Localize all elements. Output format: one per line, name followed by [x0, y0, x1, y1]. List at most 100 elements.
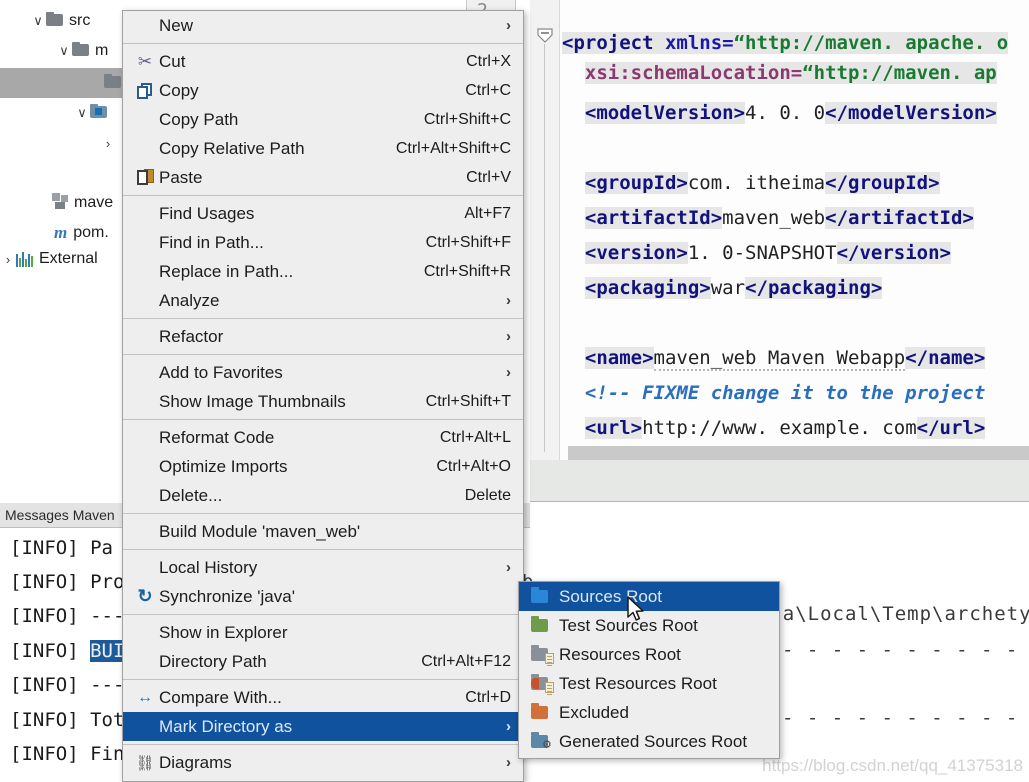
menu-item-reformat-code[interactable]: Reformat Code Ctrl+Alt+L: [123, 423, 523, 452]
menu-item-replace-in-path[interactable]: Replace in Path... Ctrl+Shift+R: [123, 257, 523, 286]
menu-item-add-to-favorites[interactable]: Add to Favorites ›: [123, 358, 523, 387]
menu-icon-placeholder: [131, 262, 159, 282]
test-sources-root-icon: [529, 615, 555, 635]
menu-item-diagrams[interactable]: ⛓ Diagrams ›: [123, 748, 523, 777]
tree-row-external-libraries[interactable]: › External: [0, 244, 136, 274]
menu-item-paste[interactable]: Paste Ctrl+V: [123, 163, 523, 192]
chevron-down-icon[interactable]: ∨: [30, 13, 46, 29]
menu-item-refactor[interactable]: Refactor ›: [123, 322, 523, 351]
menu-item-copy-relative-path[interactable]: Copy Relative Path Ctrl+Alt+Shift+C: [123, 134, 523, 163]
menu-item-show-image-thumbnails[interactable]: Show Image Thumbnails Ctrl+Shift+T: [123, 387, 523, 416]
log-level-tag: [INFO]: [10, 537, 91, 559]
menu-item-shortcut: Ctrl+Alt+O: [436, 457, 511, 475]
menu-item-label: Reformat Code: [159, 427, 275, 447]
synchronize-icon: ↻: [137, 586, 153, 606]
code-editor[interactable]: <project xmlns=“http://maven. apache. o …: [530, 0, 1029, 460]
tree-row-main[interactable]: ∨ m: [0, 36, 136, 66]
console-log-line: [INFO] ---: [10, 668, 124, 702]
code-token: “http://maven. ap: [802, 62, 997, 84]
menu-item-label: Copy: [159, 80, 199, 100]
menu-icon-placeholder: [131, 16, 159, 36]
chevron-right-icon: ›: [506, 754, 511, 771]
excluded-icon: [529, 702, 555, 722]
menu-item-label: Delete...: [159, 485, 223, 505]
menu-icon-placeholder: [131, 139, 159, 159]
chevron-down-icon[interactable]: ∨: [74, 105, 90, 121]
code-line: <packaging>war</packaging>: [562, 273, 883, 303]
copy-icon: [131, 81, 159, 101]
chevron-right-icon[interactable]: ›: [100, 136, 116, 151]
chevron-right-icon[interactable]: ›: [0, 252, 16, 267]
menu-icon-placeholder: [131, 110, 159, 130]
menu-icon-placeholder: [131, 486, 159, 506]
tab-messages-maven[interactable]: Messages Maven: [5, 507, 115, 523]
menu-icon-placeholder: [131, 327, 159, 347]
menu-item-analyze[interactable]: Analyze ›: [123, 286, 523, 315]
menu-icon-placeholder: [131, 204, 159, 224]
tree-row-java-selected[interactable]: [0, 68, 136, 98]
code-fold-icon[interactable]: [537, 28, 553, 44]
menu-item-optimize-imports[interactable]: Optimize Imports Ctrl+Alt+O: [123, 452, 523, 481]
log-message: BUI: [90, 640, 125, 662]
mark-directory-as-submenu[interactable]: Sources Root Test Sources Root Resources R…: [518, 581, 780, 759]
console-log-line: [INFO] ---: [10, 599, 124, 633]
resources-root-icon: [529, 644, 555, 666]
menu-item-mark-directory-as[interactable]: Mark Directory as ›: [123, 712, 523, 741]
submenu-item-sources-root[interactable]: Sources Root: [519, 582, 779, 611]
scissors-icon: ✂: [137, 51, 153, 71]
log-message: Pa: [90, 537, 113, 559]
menu-item-label: Synchronize 'java': [159, 586, 295, 606]
menu-item-delete[interactable]: Delete... Delete: [123, 481, 523, 510]
menu-item-shortcut: Ctrl+Shift+R: [423, 262, 511, 280]
code-token: 4. 0. 0: [745, 102, 826, 124]
menu-item-shortcut: Alt+F7: [464, 204, 511, 222]
log-message: Fin: [90, 743, 125, 765]
submenu-item-resources-root[interactable]: Resources Root: [519, 640, 779, 669]
menu-icon-placeholder: [131, 652, 159, 672]
menu-item-copy-path[interactable]: Copy Path Ctrl+Shift+C: [123, 105, 523, 134]
code-token: </modelVersion>: [825, 102, 997, 124]
menu-item-synchronize-java[interactable]: ↻ Synchronize 'java': [123, 582, 523, 611]
menu-item-copy[interactable]: Copy Ctrl+C: [123, 76, 523, 105]
menu-item-show-in-explorer[interactable]: Show in Explorer: [123, 618, 523, 647]
log-level-tag: [INFO]: [10, 709, 91, 731]
tree-row-label: m: [95, 42, 109, 59]
code-token: com. itheima: [687, 172, 826, 194]
menu-item-label: Paste: [159, 167, 203, 187]
code-line: <url>http://www. example. com</url>: [562, 413, 986, 443]
ide-window: ∨ src ∨ m ∨ › mave m pom. › External <pr…: [0, 0, 1029, 782]
tree-row-label: External: [39, 250, 98, 267]
tree-row-webapp[interactable]: ∨: [0, 98, 136, 128]
menu-icon-placeholder: [131, 717, 159, 737]
menu-separator: [123, 614, 523, 615]
menu-item-directory-path[interactable]: Directory Path Ctrl+Alt+F12: [123, 647, 523, 676]
menu-item-label: Local History: [159, 557, 258, 577]
code-token: <groupId>: [584, 172, 688, 194]
menu-item-cut[interactable]: ✂ Cut Ctrl+X: [123, 47, 523, 76]
submenu-item-excluded[interactable]: Excluded: [519, 698, 779, 727]
submenu-item-generated-sources-root[interactable]: ⚙ Generated Sources Root: [519, 727, 779, 756]
tree-row-src[interactable]: ∨ src: [0, 6, 136, 36]
editor-horizontal-scrollbar[interactable]: [568, 446, 1029, 460]
code-token: <modelVersion>: [584, 102, 746, 124]
menu-item-local-history[interactable]: Local History ›: [123, 553, 523, 582]
submenu-item-test-resources-root[interactable]: Test Resources Root: [519, 669, 779, 698]
submenu-item-test-sources-root[interactable]: Test Sources Root: [519, 611, 779, 640]
tree-row-maven-module[interactable]: mave: [0, 188, 136, 218]
chevron-down-icon[interactable]: ∨: [56, 43, 72, 59]
code-line: <name>maven_web Maven Webapp</name>: [562, 343, 986, 373]
menu-item-find-in-path[interactable]: Find in Path... Ctrl+Shift+F: [123, 228, 523, 257]
menu-item-shortcut: Ctrl+Alt+L: [439, 428, 511, 446]
menu-item-find-usages[interactable]: Find Usages Alt+F7: [123, 199, 523, 228]
editor-gutter: [530, 0, 560, 460]
menu-item-build-module-maven-web[interactable]: Build Module 'maven_web': [123, 517, 523, 546]
code-line: <version>1. 0-SNAPSHOT</version>: [562, 238, 951, 268]
menu-item-shortcut: Ctrl+V: [466, 168, 511, 186]
menu-item-compare-with[interactable]: ↔ Compare With... Ctrl+D: [123, 683, 523, 712]
project-tree-panel[interactable]: ∨ src ∨ m ∨ › mave m pom. › External: [0, 0, 136, 500]
menu-item-shortcut: Ctrl+Shift+F: [425, 233, 511, 251]
menu-item-new[interactable]: New ›: [123, 11, 523, 40]
context-menu[interactable]: New › ✂ Cut Ctrl+X Copy Ctrl+C Copy Path Ctrl+Sh…: [122, 10, 524, 782]
tree-row-collapsed[interactable]: ›: [0, 128, 136, 158]
